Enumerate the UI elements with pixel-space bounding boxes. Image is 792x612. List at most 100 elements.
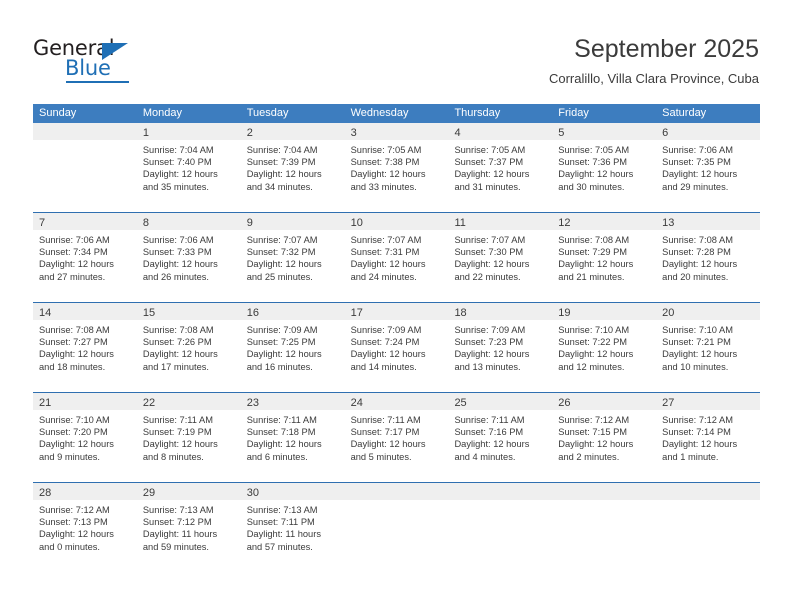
day-number: 20 [662,307,675,319]
day-number-band: 28 [33,483,137,500]
day-info: Sunrise: 7:07 AM Sunset: 7:31 PM Daylight:… [345,230,449,283]
weekday-header-sunday: Sunday [39,107,77,119]
day-number: 15 [142,307,156,319]
day-cell[interactable]: 5 Sunrise: 7:05 AM Sunset: 7:36 PM Daylight… [552,123,657,212]
day-info: Sunrise: 7:08 AM Sunset: 7:27 PM Daylight:… [33,320,137,373]
day-cell[interactable]: 19 Sunrise: 7:10 AM Sunset: 7:22 PM Dayligh… [552,303,657,392]
day-cell[interactable]: 18 Sunrise: 7:09 AM Sunset: 7:23 PM Dayligh… [448,303,553,392]
day-number: 4 [454,127,461,139]
daylight-text-line2: and 21 minutes. [558,271,625,282]
day-number: 29 [142,487,156,499]
day-cell[interactable]: 12 Sunrise: 7:08 AM Sunset: 7:29 PM Dayligh… [552,213,657,302]
day-number-band: 11 [448,213,553,230]
day-number-band: 1 [136,123,241,140]
day-info: Sunrise: 7:09 AM Sunset: 7:24 PM Daylight:… [345,320,449,373]
day-cell[interactable]: 24 Sunrise: 7:11 AM Sunset: 7:17 PM Dayligh… [344,393,449,482]
sunrise-text: Sunrise: 7:08 AM [39,325,110,335]
day-cell[interactable]: 29 Sunrise: 7:13 AM Sunset: 7:12 PM Dayligh… [136,483,241,572]
day-cell[interactable]: 17 Sunrise: 7:09 AM Sunset: 7:24 PM Dayligh… [344,303,449,392]
day-cell[interactable]: 30 Sunrise: 7:13 AM Sunset: 7:11 PM Dayligh… [240,483,345,572]
general-blue-logo[interactable]: General Blue [33,36,163,84]
week-row: 1 Sunrise: 7:04 AM Sunset: 7:40 PM Daylight… [33,123,761,212]
day-number-band: 3 [344,123,449,140]
day-number: 6 [662,127,669,139]
day-cell[interactable]: 27 Sunrise: 7:12 AM Sunset: 7:14 PM Dayligh… [656,393,761,482]
day-info: Sunrise: 7:04 AM Sunset: 7:39 PM Daylight:… [241,140,345,193]
day-number: 22 [142,397,156,409]
day-cell[interactable]: 9 Sunrise: 7:07 AM Sunset: 7:32 PM Daylight… [240,213,345,302]
day-cell-empty [33,123,137,212]
daylight-text-line1: Daylight: 12 hours [246,439,322,450]
sunset-text: Sunset: 7:17 PM [350,427,420,438]
daylight-text-line1: Daylight: 12 hours [558,439,634,450]
day-number-band: 9 [240,213,345,230]
day-number-band: 10 [344,213,449,230]
day-cell[interactable]: 22 Sunrise: 7:11 AM Sunset: 7:19 PM Dayligh… [136,393,241,482]
sunset-text: Sunset: 7:33 PM [142,247,212,258]
day-info: Sunrise: 7:10 AM Sunset: 7:21 PM Daylight:… [656,320,760,373]
sunset-text: Sunset: 7:19 PM [142,427,212,438]
day-number-band: 13 [656,213,761,230]
daylight-text-line2: and 33 minutes. [350,181,417,192]
sunset-text: Sunset: 7:30 PM [454,247,524,258]
day-cell[interactable]: 28 Sunrise: 7:12 AM Sunset: 7:13 PM Dayligh… [33,483,137,572]
day-cell[interactable]: 23 Sunrise: 7:11 AM Sunset: 7:18 PM Dayligh… [240,393,345,482]
sunset-text: Sunset: 7:25 PM [246,337,316,348]
day-number-band: 2 [240,123,345,140]
day-number-band [448,483,553,500]
day-number: 12 [558,217,571,229]
day-cell[interactable]: 20 Sunrise: 7:10 AM Sunset: 7:21 PM Dayligh… [656,303,761,392]
day-cell[interactable]: 25 Sunrise: 7:11 AM Sunset: 7:16 PM Dayligh… [448,393,553,482]
day-cell[interactable]: 11 Sunrise: 7:07 AM Sunset: 7:30 PM Dayligh… [448,213,553,302]
day-cell[interactable]: 2 Sunrise: 7:04 AM Sunset: 7:39 PM Daylight… [240,123,345,212]
day-cell[interactable]: 4 Sunrise: 7:05 AM Sunset: 7:37 PM Daylight… [448,123,553,212]
daylight-text-line2: and 8 minutes. [142,451,204,462]
day-cell[interactable]: 8 Sunrise: 7:06 AM Sunset: 7:33 PM Daylight… [136,213,241,302]
location-subtitle: Corralillo, Villa Clara Province, Cuba [548,71,759,86]
day-number-band: 29 [136,483,241,500]
day-cell[interactable]: 6 Sunrise: 7:06 AM Sunset: 7:35 PM Daylight… [656,123,761,212]
day-info: Sunrise: 7:11 AM Sunset: 7:19 PM Daylight:… [137,410,241,463]
daylight-text-line2: and 5 minutes. [350,451,412,462]
sunrise-text: Sunrise: 7:09 AM [350,325,422,335]
day-number-band: 4 [448,123,553,140]
day-number: 21 [39,397,52,409]
day-number: 28 [39,487,52,499]
day-info: Sunrise: 7:05 AM Sunset: 7:37 PM Daylight:… [448,140,552,193]
sunrise-text: Sunrise: 7:11 AM [454,415,525,425]
sunset-text: Sunset: 7:39 PM [246,157,316,168]
day-number: 30 [246,487,259,499]
day-cell[interactable]: 7 Sunrise: 7:06 AM Sunset: 7:34 PM Daylight… [33,213,137,302]
day-cell[interactable]: 21 Sunrise: 7:10 AM Sunset: 7:20 PM Dayligh… [33,393,137,482]
day-number: 7 [39,217,46,229]
sunrise-text: Sunrise: 7:11 AM [350,415,421,425]
sunrise-text: Sunrise: 7:05 AM [454,145,526,155]
daylight-text-line2: and 57 minutes. [246,541,313,552]
day-number: 9 [246,217,253,229]
day-cell[interactable]: 13 Sunrise: 7:08 AM Sunset: 7:28 PM Dayligh… [656,213,761,302]
day-cell[interactable]: 15 Sunrise: 7:08 AM Sunset: 7:26 PM Dayligh… [136,303,241,392]
sunset-text: Sunset: 7:24 PM [350,337,420,348]
day-cell[interactable]: 14 Sunrise: 7:08 AM Sunset: 7:27 PM Dayligh… [33,303,137,392]
day-number-band: 22 [136,393,241,410]
sunrise-text: Sunrise: 7:04 AM [142,145,214,155]
day-cell[interactable]: 3 Sunrise: 7:05 AM Sunset: 7:38 PM Daylight… [344,123,449,212]
day-number: 3 [350,127,357,139]
day-number-band: 14 [33,303,137,320]
sunset-text: Sunset: 7:21 PM [662,337,731,348]
day-cell[interactable]: 26 Sunrise: 7:12 AM Sunset: 7:15 PM Dayligh… [552,393,657,482]
day-info: Sunrise: 7:12 AM Sunset: 7:14 PM Daylight:… [656,410,760,463]
day-cell[interactable]: 16 Sunrise: 7:09 AM Sunset: 7:25 PM Dayligh… [240,303,345,392]
daylight-text-line1: Daylight: 12 hours [662,439,738,450]
daylight-text-line2: and 1 minute. [662,451,719,462]
sunrise-text: Sunrise: 7:13 AM [142,505,214,515]
day-cell[interactable]: 10 Sunrise: 7:07 AM Sunset: 7:31 PM Dayligh… [344,213,449,302]
logo-text-blue: Blue [65,56,111,80]
daylight-text-line1: Daylight: 12 hours [662,259,738,270]
day-cell[interactable]: 1 Sunrise: 7:04 AM Sunset: 7:40 PM Daylight… [136,123,241,212]
day-number: 16 [246,307,259,319]
day-info: Sunrise: 7:05 AM Sunset: 7:36 PM Daylight:… [552,140,656,193]
day-info: Sunrise: 7:08 AM Sunset: 7:26 PM Daylight:… [137,320,241,373]
day-info: Sunrise: 7:04 AM Sunset: 7:40 PM Daylight:… [137,140,241,193]
daylight-text-line1: Daylight: 12 hours [350,349,426,360]
